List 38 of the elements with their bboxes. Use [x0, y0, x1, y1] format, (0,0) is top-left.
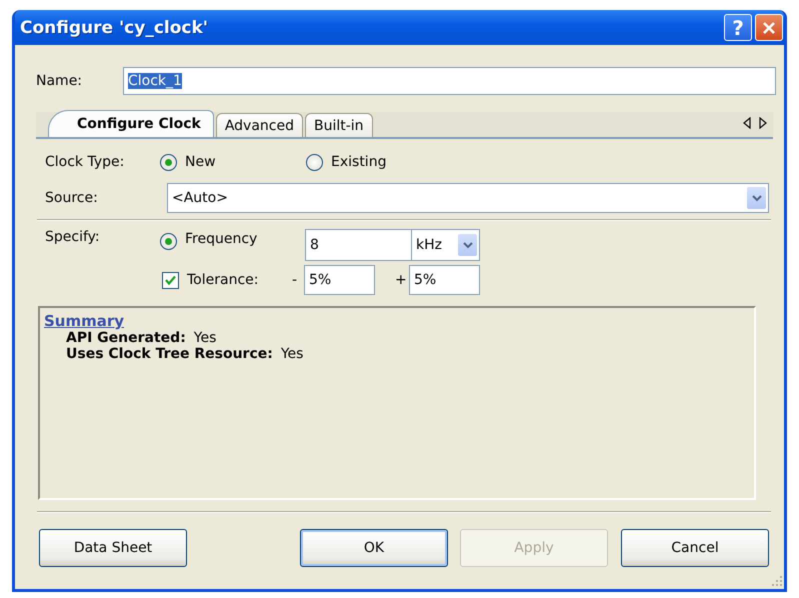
clock-type-label: Clock Type:	[45, 154, 126, 170]
unit-dropdown[interactable]: kHz	[411, 229, 480, 261]
name-label: Name:	[36, 73, 84, 89]
tolerance-label: Tolerance:	[187, 272, 260, 288]
radio-button[interactable]	[306, 154, 323, 170]
source-label: Source:	[45, 190, 99, 206]
specify-label: Specify:	[45, 229, 101, 245]
summary-link[interactable]: Summary	[44, 312, 124, 330]
tab[interactable]: Configure Clock	[48, 110, 214, 137]
tab[interactable]: Advanced	[216, 113, 303, 137]
minus-sign: -	[292, 272, 298, 288]
checkbox[interactable]	[162, 272, 179, 288]
radio-button[interactable]	[160, 154, 177, 170]
summary-key: Uses Clock Tree Resource:	[66, 346, 273, 362]
scroll-left-icon[interactable]	[743, 117, 751, 129]
radio-button[interactable]	[160, 233, 177, 250]
resize-grip-icon[interactable]	[772, 576, 782, 586]
radio-label: Existing	[331, 154, 386, 170]
dialog-button[interactable]: Data Sheet	[39, 529, 187, 567]
summary-value: Yes	[280, 346, 304, 362]
close-button[interactable]	[755, 14, 783, 41]
plus-sign: +	[395, 272, 408, 288]
plus-tolerance-field[interactable]: 5%	[409, 265, 480, 295]
name-field[interactable]: Clock_1	[123, 67, 776, 95]
close-icon	[761, 20, 777, 36]
frequency-field[interactable]: 8	[305, 229, 411, 261]
radio-label: New	[185, 154, 216, 170]
dialog-button[interactable]: OK	[300, 529, 448, 567]
source-dropdown[interactable]: <Auto>	[167, 183, 769, 213]
tab[interactable]: Built-in	[304, 113, 373, 137]
summary-value: Yes	[194, 330, 216, 346]
scroll-right-icon[interactable]	[759, 117, 767, 129]
dialog-button[interactable]: Cancel	[621, 529, 769, 567]
minus-tolerance-field[interactable]: 5%	[304, 265, 375, 295]
window-title: Configure 'cy_clock'	[20, 18, 209, 38]
help-button[interactable]: ?	[724, 14, 752, 41]
summary-key: API Generated:	[66, 330, 186, 346]
frequency-label: Frequency	[185, 231, 258, 247]
